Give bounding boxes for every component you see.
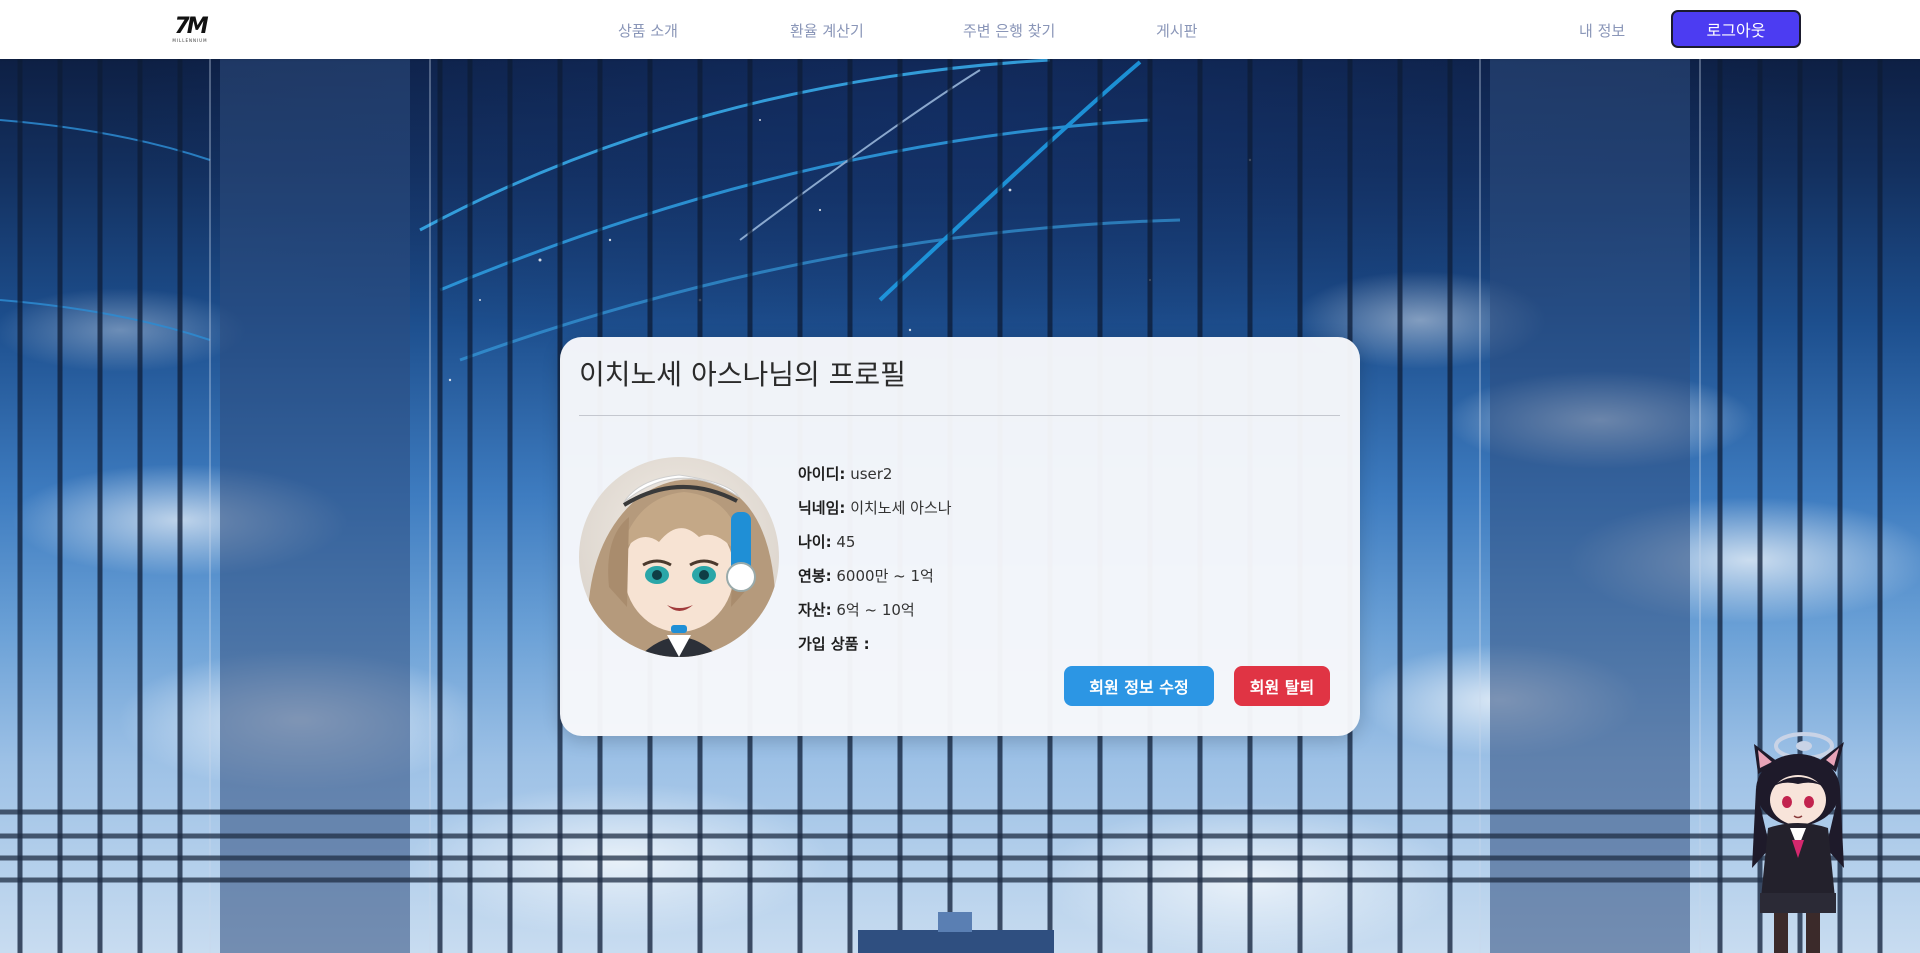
avatar-illustration <box>579 457 779 657</box>
mascot-character[interactable] <box>1744 728 1848 953</box>
info-label-id: 아이디: <box>798 465 846 483</box>
logo-subtext: MILLENNIUM <box>172 38 208 43</box>
profile-title: 이치노세 아스나님의 프로필 <box>579 358 906 391</box>
delete-account-button[interactable]: 회원 탈퇴 <box>1234 666 1330 706</box>
info-row-assets: 자산: 6억 ~ 10억 <box>798 593 952 627</box>
info-value-nickname: 이치노세 아스나 <box>850 499 952 517</box>
info-value-assets: 6억 ~ 10억 <box>836 601 915 619</box>
profile-card: 이치노세 아스나님의 프로필 아이디: user2 닉네임: 이치노세 아스나 … <box>560 337 1360 736</box>
info-row-products: 가입 상품 : <box>798 627 952 661</box>
logout-button[interactable]: 로그아웃 <box>1671 10 1801 48</box>
info-row-salary: 연봉: 6000만 ~ 1억 <box>798 559 952 593</box>
info-label-nickname: 닉네임: <box>798 499 846 517</box>
info-row-age: 나이: 45 <box>798 525 952 559</box>
mascot-illustration <box>1752 732 1844 953</box>
info-label-assets: 자산: <box>798 601 832 619</box>
info-row-id: 아이디: user2 <box>798 457 952 491</box>
info-row-nickname: 닉네임: 이치노세 아스나 <box>798 491 952 525</box>
info-value-salary: 6000만 ~ 1억 <box>836 567 934 585</box>
info-label-products: 가입 상품 : <box>798 635 870 653</box>
page: 7M MILLENNIUM 상품 소개 환율 계산기 주변 은행 찾기 게시판 … <box>0 0 1920 953</box>
avatar <box>579 457 779 657</box>
info-value-id: user2 <box>850 465 893 483</box>
info-value-age: 45 <box>836 533 856 551</box>
info-label-salary: 연봉: <box>798 567 832 585</box>
info-label-age: 나이: <box>798 533 832 551</box>
site-logo[interactable]: 7M MILLENNIUM <box>165 8 215 52</box>
top-navbar: 7M MILLENNIUM 상품 소개 환율 계산기 주변 은행 찾기 게시판 … <box>0 0 1920 59</box>
nav-link-board[interactable]: 게시판 <box>1156 20 1197 41</box>
nav-link-nearby-banks[interactable]: 주변 은행 찾기 <box>963 20 1055 41</box>
nav-link-exchange-calculator[interactable]: 환율 계산기 <box>790 20 864 41</box>
nav-link-my-info[interactable]: 내 정보 <box>1579 20 1625 41</box>
profile-info: 아이디: user2 닉네임: 이치노세 아스나 나이: 45 연봉: 6000… <box>798 457 952 661</box>
logo-mark: 7M <box>174 14 208 39</box>
edit-profile-button[interactable]: 회원 정보 수정 <box>1064 666 1214 706</box>
nav-link-products[interactable]: 상품 소개 <box>618 20 678 41</box>
profile-divider <box>579 415 1340 416</box>
